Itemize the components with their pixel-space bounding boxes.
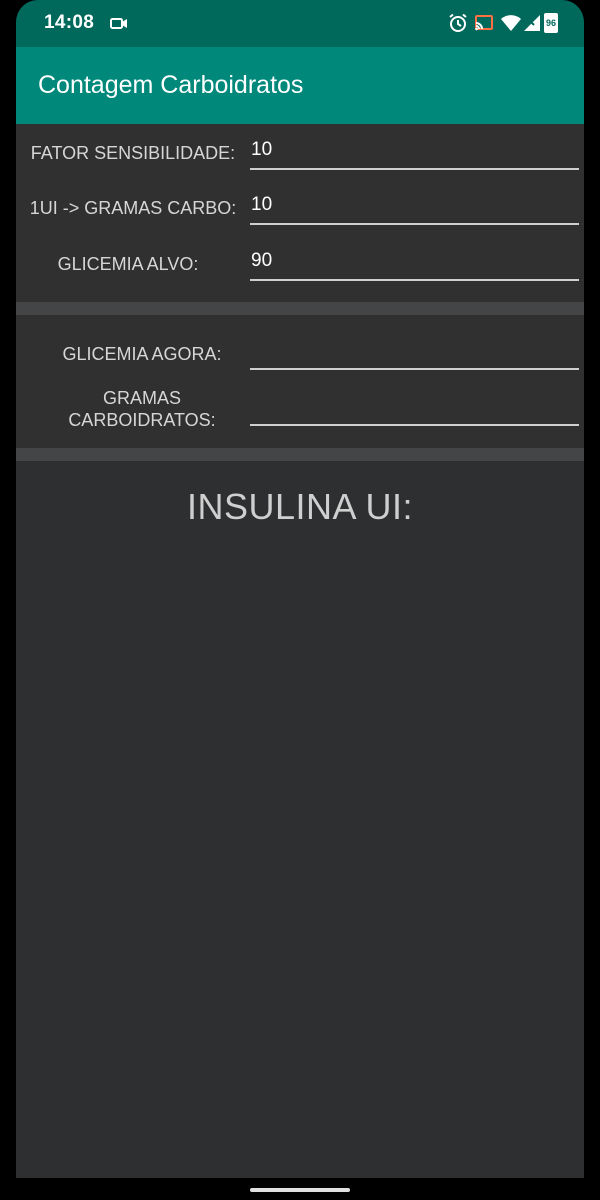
cast-icon	[475, 15, 493, 31]
insulin-result-label: INSULINA UI:	[186, 486, 414, 527]
cellular-signal-icon	[524, 15, 540, 31]
input-section: GLICEMIA AGORA: GRAMAS CARBOIDRATOS:	[16, 315, 584, 448]
gesture-nav-handle[interactable]	[250, 1188, 350, 1192]
status-bar: 14:08 96	[16, 0, 584, 47]
ratio-label: 1UI -> GRAMAS CARBO:	[29, 198, 237, 218]
carbs-label-line2: CARBOIDRATOS:	[68, 410, 216, 430]
phone-screen: 14:08 96 Contagem Carboidratos FATOR SEN…	[0, 0, 600, 1200]
section-divider	[16, 448, 584, 461]
ratio-field[interactable]: 10	[250, 191, 579, 225]
carbs-field[interactable]	[250, 392, 579, 426]
settings-section: FATOR SENSIBILIDADE: 10 1UI -> GRAMAS CA…	[16, 124, 584, 302]
glucose-now-label: GLICEMIA AGORA:	[62, 344, 222, 364]
app-title: Contagem Carboidratos	[38, 71, 304, 99]
battery-level: 96	[545, 18, 556, 28]
section-divider	[16, 302, 584, 315]
carbs-label-line1: GRAMAS	[102, 388, 181, 408]
target-field[interactable]: 90	[250, 247, 579, 281]
app-bar: Contagem Carboidratos	[16, 47, 584, 124]
alarm-icon	[449, 13, 467, 32]
status-time: 14:08	[44, 12, 95, 33]
target-label: GLICEMIA ALVO:	[57, 254, 199, 274]
battery-icon: 96	[544, 13, 558, 33]
glucose-now-field[interactable]	[250, 336, 579, 370]
main-content: FATOR SENSIBILIDADE: 10 1UI -> GRAMAS CA…	[16, 124, 584, 1178]
carbs-label: GRAMAS CARBOIDRATOS:	[16, 387, 268, 431]
video-camera-icon	[110, 18, 127, 29]
sensitivity-field[interactable]: 10	[250, 136, 579, 170]
wifi-icon	[501, 15, 521, 31]
sensitivity-label: FATOR SENSIBILIDADE:	[30, 143, 236, 163]
